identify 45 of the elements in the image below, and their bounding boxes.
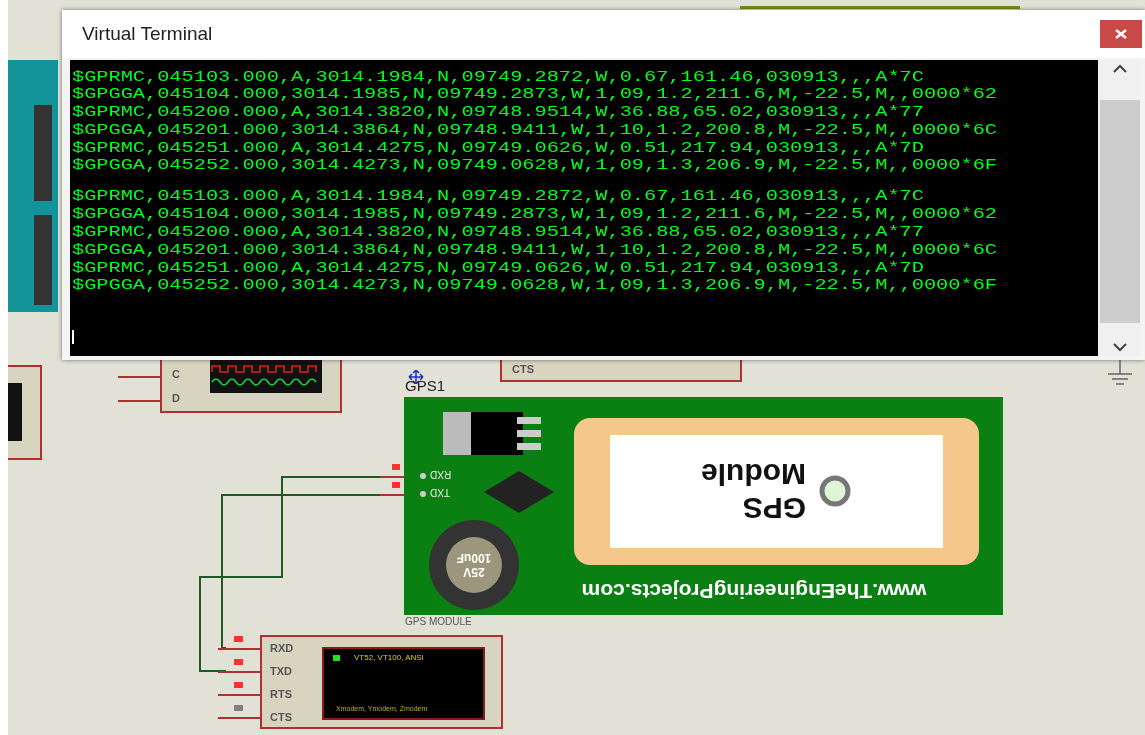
terminal-line: $GPGGA,045201.000,3014.3864,N,09748.9411,W,1,10,1.2,200.8,M,-22.5,M,,0000*6C	[72, 121, 997, 140]
pin-line	[379, 494, 405, 496]
pin-label: CTS	[270, 711, 292, 723]
terminal-line: $GPRMC,045200.000,A,3014.3820,N,09748.9514,W,36.88,65.02,030913,,,A*77	[72, 223, 925, 242]
pin-label: C	[172, 368, 180, 380]
scope-display-drawing	[8, 383, 22, 441]
pin-label: TXD	[270, 665, 292, 677]
part-reference: GPS1	[405, 377, 446, 394]
terminal-line: $GPGGA,045104.000,3014.1985,N,09749.2873,W,1,09,1.2,211.6,M,-22.5,M,,0000*62	[72, 85, 997, 104]
terminal-line: $GPRMC,045251.000,A,3014.4275,N,09749.0626,W,0.51,217.94,030913,,,A*7D	[72, 139, 925, 157]
module-label: Module	[701, 457, 806, 492]
pin-line	[379, 476, 405, 478]
scroll-down-icon	[1111, 342, 1128, 352]
pin-label: D	[172, 392, 180, 404]
text-cursor	[72, 330, 74, 344]
terminal-line: $GPRMC,045103.000,A,3014.1984,N,09749.2872,W,0.67,161.46,030913,,,A*7C	[72, 187, 925, 206]
terminal-line: $GPGGA,045201.000,3014.3864,N,09748.9411,W,1,10,1.2,200.8,M,-22.5,M,,0000*6C	[72, 241, 997, 259]
pin-label: CTS	[512, 363, 534, 375]
chip-drawing	[484, 471, 554, 513]
terminal-line: $GPRMC,045200.000,A,3014.3820,N,09748.9514,W,36.88,65.02,030913,,,A*77	[72, 103, 925, 122]
window-title: Virtual Terminal	[82, 23, 213, 45]
close-icon	[1115, 29, 1127, 39]
pin-label: RTS	[270, 688, 292, 700]
capacitor-label: 25V 100uF	[446, 537, 502, 593]
terminal-line: $GPRMC,045251.000,A,3014.4275,N,09749.0626,W,0.51,217.94,030913,,,A*7D	[72, 258, 925, 277]
terminal-line: $GPGGA,045252.000,3014.4273,N,09749.0628,W,1,09,1.3,206.9,M,-22.5,M,,0000*6F	[72, 276, 997, 295]
terminal-line: $GPGGA,045252.000,3014.4273,N,09749.0628,W,1,09,1.3,206.9,M,-22.5,M,,0000*6F	[72, 156, 997, 175]
ground-icon	[1106, 360, 1134, 388]
screen-text: VT52, VT100, ANSI	[354, 653, 424, 662]
pin-dot-icon	[420, 473, 426, 479]
power-led-icon	[333, 655, 340, 661]
module-label: GPS	[741, 491, 806, 526]
scrollbar[interactable]	[1098, 60, 1141, 356]
pin-label: RXD	[430, 469, 452, 480]
scroll-up-icon	[1111, 64, 1128, 74]
scroll-thumb[interactable]	[1099, 100, 1140, 323]
terminal-line: $GPRMC,045103.000,A,3014.1984,N,09749.2872,W,0.67,161.46,030913,,,A*7C	[72, 68, 925, 86]
url-label: www.TheEngineeringProjects.com	[580, 579, 928, 603]
led-icon	[818, 474, 852, 509]
pin-label: RXD	[270, 642, 294, 654]
part-name: GPS MODULE	[405, 616, 472, 627]
close-button[interactable]	[1100, 20, 1142, 48]
terminal-line: $GPGGA,045104.000,3014.1985,N,09749.2873,W,1,09,1.2,211.6,M,-22.5,M,,0000*62	[72, 205, 997, 224]
pin-dot-icon	[420, 491, 426, 497]
pin-label: TXD	[430, 487, 450, 498]
